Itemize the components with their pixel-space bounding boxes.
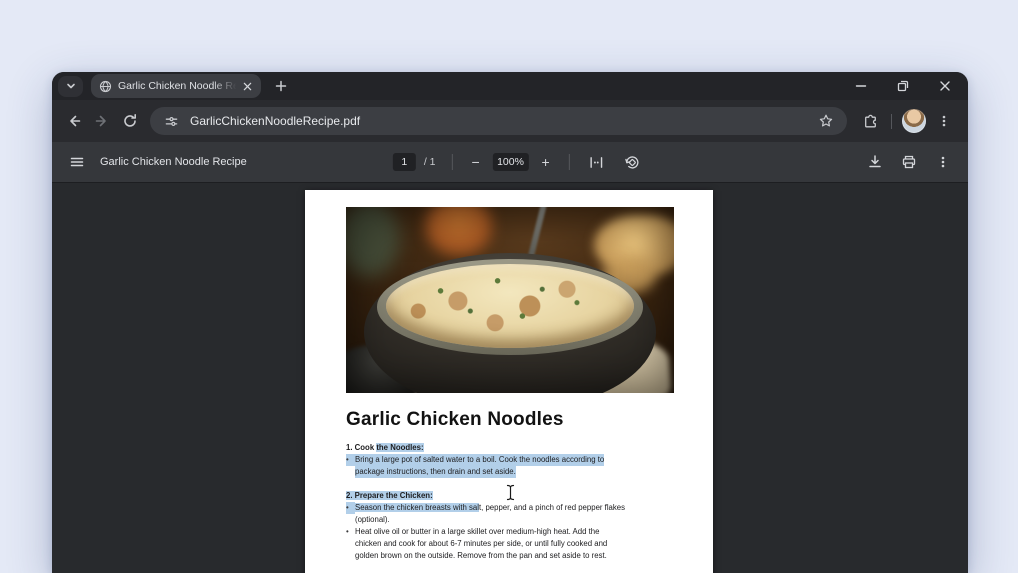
forward-arrow-icon <box>94 113 110 129</box>
step2-bullet2-line1: • Heat olive oil or butter in a large sk… <box>346 526 686 538</box>
pdfbar-separator-2 <box>569 154 570 170</box>
puzzle-extensions-icon <box>863 113 879 129</box>
profile-avatar[interactable] <box>902 109 926 133</box>
step2-bullet1-text2: (optional). <box>355 514 390 526</box>
step2-bullet2-text3: golden brown on the outside. Remove from… <box>355 550 607 562</box>
bookmark-star-icon[interactable] <box>815 110 837 132</box>
photo-vignette <box>346 207 674 393</box>
bullet-marker: • <box>346 454 355 466</box>
step1-number: 1. Cook <box>346 443 376 452</box>
print-button[interactable] <box>894 147 924 177</box>
browser-menu-button[interactable] <box>930 107 958 135</box>
section-gap <box>346 478 686 490</box>
back-button[interactable] <box>60 107 88 135</box>
step1-heading: 1. Cook the Noodles: <box>346 442 686 454</box>
step2-bullet2-line2: chicken and cook for about 6-7 minutes p… <box>346 538 686 550</box>
step2-bullet2-text2: chicken and cook for about 6-7 minutes p… <box>355 538 607 550</box>
bullet-indent <box>346 466 355 478</box>
bullet-marker: • <box>346 502 355 514</box>
close-window-button[interactable] <box>934 75 956 97</box>
active-tab[interactable]: Garlic Chicken Noodle Recipe <box>91 74 261 98</box>
fit-to-width-button[interactable] <box>582 147 612 177</box>
bullet-indent <box>346 550 355 562</box>
plus-icon <box>275 80 287 92</box>
tab-close-icon[interactable] <box>239 78 255 94</box>
minimize-icon <box>855 80 867 92</box>
pdfbar-separator <box>452 154 453 170</box>
restore-button[interactable] <box>892 75 914 97</box>
zoom-level-button[interactable]: 100% <box>493 153 529 171</box>
step1-bullet-text-selected: Bring a large pot of salted water to a b… <box>355 454 604 466</box>
rotate-button[interactable] <box>618 147 648 177</box>
vertical-dots-icon <box>937 114 951 128</box>
hamburger-menu-icon <box>69 154 85 170</box>
page-total-label: / 1 <box>424 156 436 168</box>
chevron-down-icon <box>65 80 77 92</box>
pdf-document-title: Garlic Chicken Noodle Recipe <box>100 156 247 168</box>
recipe-photo <box>346 207 674 393</box>
minimize-button[interactable] <box>850 75 872 97</box>
restore-icon <box>897 80 909 92</box>
print-icon <box>901 154 917 170</box>
new-tab-button[interactable] <box>269 74 293 98</box>
tab-search-button[interactable] <box>58 76 83 97</box>
page-number-input[interactable]: 1 <box>393 153 416 171</box>
toolbar-separator <box>891 114 892 129</box>
step1-heading-selected: the Noodles: <box>376 443 423 452</box>
window-controls <box>850 72 956 100</box>
tab-title: Garlic Chicken Noodle Recipe <box>118 80 239 92</box>
close-icon <box>939 80 951 92</box>
zoom-in-button[interactable]: + <box>535 154 557 170</box>
step2-bullet1-rest: t, pepper, and a pinch of red pepper fla… <box>479 503 625 512</box>
step1-bullet-line2: package instructions, then drain and set… <box>346 466 686 478</box>
bullet-marker: • <box>346 526 355 538</box>
zoom-out-button[interactable]: − <box>465 154 487 170</box>
step2-bullet1-selected: Season the chicken breasts with sal <box>355 503 479 512</box>
step1-bullet-text2-selected: package instructions, then drain and set… <box>355 466 516 478</box>
reload-button[interactable] <box>116 107 144 135</box>
tab-strip: Garlic Chicken Noodle Recipe <box>52 72 968 100</box>
pdf-toolbar: Garlic Chicken Noodle Recipe 1 / 1 − 100… <box>52 142 968 183</box>
back-arrow-icon <box>66 113 82 129</box>
recipe-body: 1. Cook the Noodles: • Bring a large pot… <box>346 442 686 562</box>
step2-bullet2-line3: golden brown on the outside. Remove from… <box>346 550 686 562</box>
reload-icon <box>122 113 138 129</box>
step1-bullet-line1: • Bring a large pot of salted water to a… <box>346 454 686 466</box>
text-cursor-icon <box>505 484 516 501</box>
step2-heading-selected: 2. Prepare the Chicken: <box>346 491 433 500</box>
forward-button[interactable] <box>88 107 116 135</box>
pdf-page: Garlic Chicken Noodles 1. Cook the Noodl… <box>305 190 713 573</box>
globe-favicon-icon <box>99 80 112 93</box>
browser-toolbar: GarlicChickenNoodleRecipe.pdf <box>52 100 968 142</box>
pdf-menu-button[interactable] <box>62 147 92 177</box>
step2-bullet1-line1: • Season the chicken breasts with salt, … <box>346 502 686 514</box>
fit-width-icon <box>588 154 605 171</box>
site-settings-tune-icon[interactable] <box>160 110 182 132</box>
extensions-button[interactable] <box>857 107 885 135</box>
bullet-indent <box>346 514 355 526</box>
pdf-viewer-area: Garlic Chicken Noodles 1. Cook the Noodl… <box>52 183 968 573</box>
browser-window: Garlic Chicken Noodle Recipe <box>52 72 968 573</box>
download-icon <box>867 154 883 170</box>
vertical-dots-icon <box>936 155 950 169</box>
bullet-indent <box>346 538 355 550</box>
recipe-title: Garlic Chicken Noodles <box>346 409 564 431</box>
step2-bullet1-line2: (optional). <box>346 514 686 526</box>
download-button[interactable] <box>860 147 890 177</box>
step2-bullet2-text1: Heat olive oil or butter in a large skil… <box>355 526 599 538</box>
url-text: GarlicChickenNoodleRecipe.pdf <box>190 114 815 128</box>
step2-heading: 2. Prepare the Chicken: <box>346 490 686 502</box>
address-bar[interactable]: GarlicChickenNoodleRecipe.pdf <box>150 107 847 135</box>
pdf-more-button[interactable] <box>928 147 958 177</box>
rotate-counterclockwise-icon <box>624 154 641 171</box>
